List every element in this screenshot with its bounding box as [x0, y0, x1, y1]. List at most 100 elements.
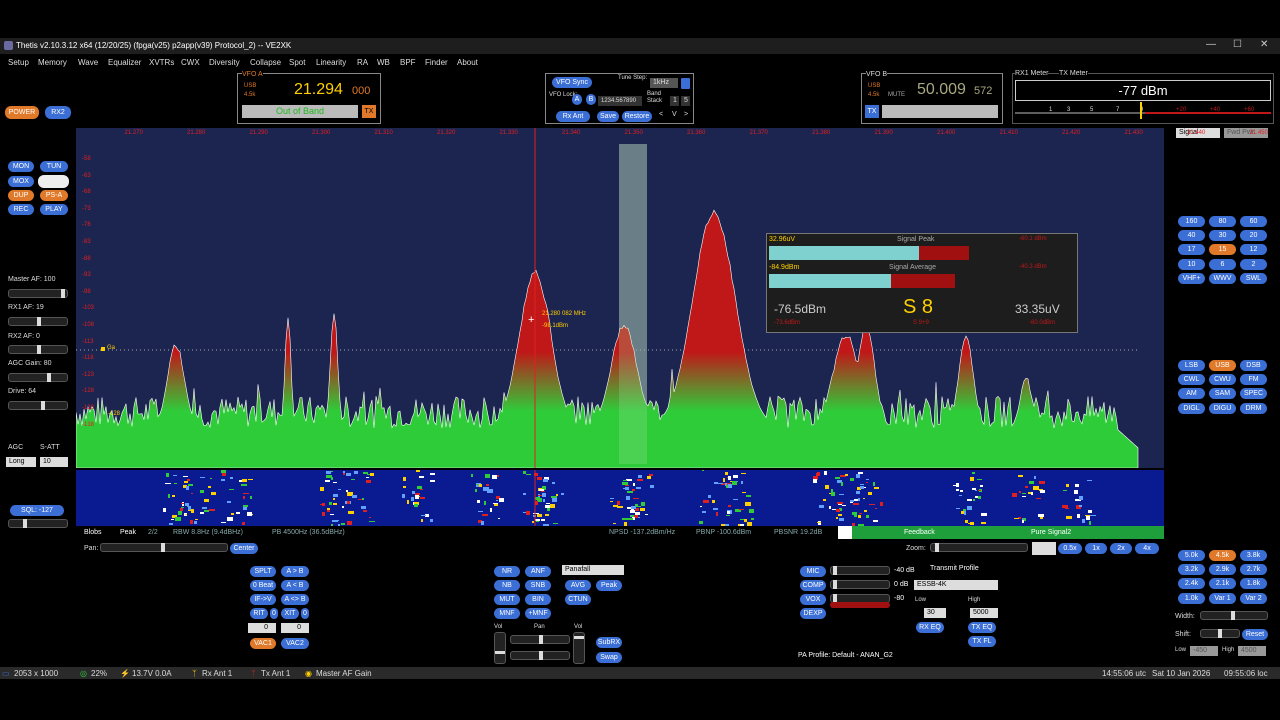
- mute-button[interactable]: MUT: [494, 594, 520, 605]
- vfo-sync-button[interactable]: VFO Sync: [552, 77, 592, 88]
- rx-vol-slider[interactable]: [494, 632, 506, 664]
- subrx-button[interactable]: SubRX: [596, 637, 622, 648]
- rx2-button[interactable]: RX2: [45, 106, 71, 119]
- mic-gain-slider[interactable]: [830, 566, 890, 575]
- mode-dsb[interactable]: DSB: [1240, 360, 1267, 371]
- band-stack-prev[interactable]: <: [659, 111, 663, 118]
- mode-spec[interactable]: SPEC: [1240, 388, 1267, 400]
- filter-1-8k[interactable]: 1.8k: [1240, 578, 1267, 590]
- rx2-af-slider[interactable]: [8, 345, 68, 354]
- rit-value[interactable]: 0: [248, 623, 276, 633]
- band-vhf-[interactable]: VHF+: [1178, 272, 1205, 284]
- display-mode-select[interactable]: Panafall: [562, 565, 624, 575]
- satt-stepper[interactable]: 10: [40, 457, 68, 467]
- mon-button[interactable]: MON: [8, 161, 34, 172]
- plus-mnf-button[interactable]: +MNF: [525, 608, 551, 619]
- menu-collapse[interactable]: Collapse: [250, 58, 281, 67]
- tx-low-value[interactable]: 30: [924, 608, 946, 618]
- filter-1-0k[interactable]: 1.0k: [1178, 592, 1205, 604]
- menu-finder[interactable]: Finder: [425, 58, 448, 67]
- digits-display[interactable]: 1234.567890: [598, 96, 642, 106]
- resize-icon[interactable]: ▭: [2, 669, 10, 678]
- peak-button[interactable]: Peak: [596, 580, 622, 591]
- filter-2-4k[interactable]: 2.4k: [1178, 578, 1205, 590]
- menu-bpf[interactable]: BPF: [400, 58, 416, 67]
- waterfall-display[interactable]: [76, 470, 1164, 528]
- drive-slider[interactable]: [8, 401, 68, 410]
- tx-high-value[interactable]: 5000: [970, 608, 998, 618]
- menu-diversity[interactable]: Diversity: [209, 58, 240, 67]
- band-stack-1[interactable]: 1: [670, 96, 679, 106]
- rx-pan-slider[interactable]: [510, 635, 570, 644]
- comp-slider[interactable]: [830, 580, 890, 589]
- agc-select[interactable]: Long: [6, 457, 36, 467]
- peak-label[interactable]: Peak: [120, 529, 136, 536]
- mnf-button[interactable]: MNF: [494, 608, 520, 619]
- filter-var-2[interactable]: Var 2: [1240, 592, 1267, 604]
- mode-digu[interactable]: DIGU: [1209, 402, 1236, 414]
- mic-button[interactable]: MIC: [800, 566, 826, 577]
- mox-button[interactable]: MOX: [8, 176, 34, 187]
- zoom-2x[interactable]: 2x: [1110, 543, 1132, 554]
- filter-3-8k[interactable]: 3.8k: [1240, 550, 1267, 561]
- band-17[interactable]: 17: [1178, 244, 1205, 256]
- dexp-button[interactable]: DEXP: [800, 608, 826, 619]
- mode-lsb[interactable]: LSB: [1178, 360, 1205, 371]
- menu-xvtrs[interactable]: XVTRs: [149, 58, 174, 67]
- zero-beat-button[interactable]: 0 Beat: [250, 580, 276, 591]
- rit-clear-button[interactable]: 0: [270, 608, 278, 619]
- subrx-vol-slider[interactable]: [573, 632, 585, 664]
- width-slider[interactable]: [1200, 611, 1268, 620]
- rx-ant-button[interactable]: Rx Ant: [556, 111, 590, 122]
- filter-var-1[interactable]: Var 1: [1209, 592, 1236, 604]
- play-button[interactable]: PLAY: [40, 204, 68, 215]
- filter-5-0k[interactable]: 5.0k: [1178, 550, 1205, 561]
- band-160[interactable]: 160: [1178, 216, 1205, 227]
- menu-spot[interactable]: Spot: [289, 58, 305, 67]
- band-20[interactable]: 20: [1240, 230, 1267, 242]
- menu-wave[interactable]: Wave: [78, 58, 98, 67]
- subrx-pan-slider[interactable]: [510, 651, 570, 660]
- shift-reset-button[interactable]: Reset: [1242, 629, 1268, 640]
- sql-button[interactable]: SQL: -127: [10, 505, 64, 516]
- ctun-button[interactable]: CTUN: [565, 594, 591, 605]
- agc-gain-slider[interactable]: [8, 373, 68, 382]
- vac1-button[interactable]: VAC1: [250, 638, 276, 649]
- zoom-4x[interactable]: 4x: [1135, 543, 1159, 554]
- vfo-b-freq-sub[interactable]: 572: [974, 85, 992, 97]
- vfo-lock-a[interactable]: A: [572, 94, 582, 105]
- filter-low-value[interactable]: -450: [1190, 646, 1218, 656]
- band-40[interactable]: 40: [1178, 230, 1205, 242]
- filter-high-value[interactable]: 4500: [1238, 646, 1266, 656]
- tune-step-select[interactable]: 1kHz: [650, 78, 678, 88]
- rit-button[interactable]: RIT: [250, 608, 268, 619]
- snb-button[interactable]: SNB: [525, 580, 551, 591]
- shift-slider[interactable]: [1200, 629, 1240, 638]
- rx1-af-slider[interactable]: [8, 317, 68, 326]
- nb-button[interactable]: NB: [494, 580, 520, 591]
- band-12[interactable]: 12: [1240, 244, 1267, 256]
- dup-button[interactable]: DUP: [8, 190, 34, 201]
- band-stack-next[interactable]: >: [684, 111, 688, 118]
- tx-fl-button[interactable]: TX FL: [968, 636, 996, 647]
- close-icon[interactable]: ✕: [1260, 39, 1268, 50]
- filter-4-5k[interactable]: 4.5k: [1209, 550, 1236, 561]
- vox-button[interactable]: VOX: [800, 594, 826, 605]
- vfo-lock-b[interactable]: B: [586, 94, 596, 105]
- master-af-slider[interactable]: [8, 289, 68, 298]
- swap-button[interactable]: Swap: [596, 652, 622, 663]
- mode-cwu[interactable]: CWU: [1209, 374, 1236, 386]
- anf-button[interactable]: ANF: [525, 566, 551, 577]
- power-button[interactable]: POWER: [5, 106, 39, 119]
- band-2[interactable]: 2: [1240, 258, 1267, 270]
- rx-eq-button[interactable]: RX EQ: [916, 622, 944, 633]
- tun-button[interactable]: TUN: [40, 161, 68, 172]
- filter-3-2k[interactable]: 3.2k: [1178, 564, 1205, 576]
- zoom-slider[interactable]: [930, 543, 1028, 552]
- menu-about[interactable]: About: [457, 58, 478, 67]
- filter-2-7k[interactable]: 2.7k: [1240, 564, 1267, 576]
- vac2-button[interactable]: VAC2: [281, 638, 309, 649]
- mode-drm[interactable]: DRM: [1240, 402, 1267, 414]
- rec-button[interactable]: REC: [8, 204, 34, 215]
- avg-button[interactable]: AVG: [565, 580, 591, 591]
